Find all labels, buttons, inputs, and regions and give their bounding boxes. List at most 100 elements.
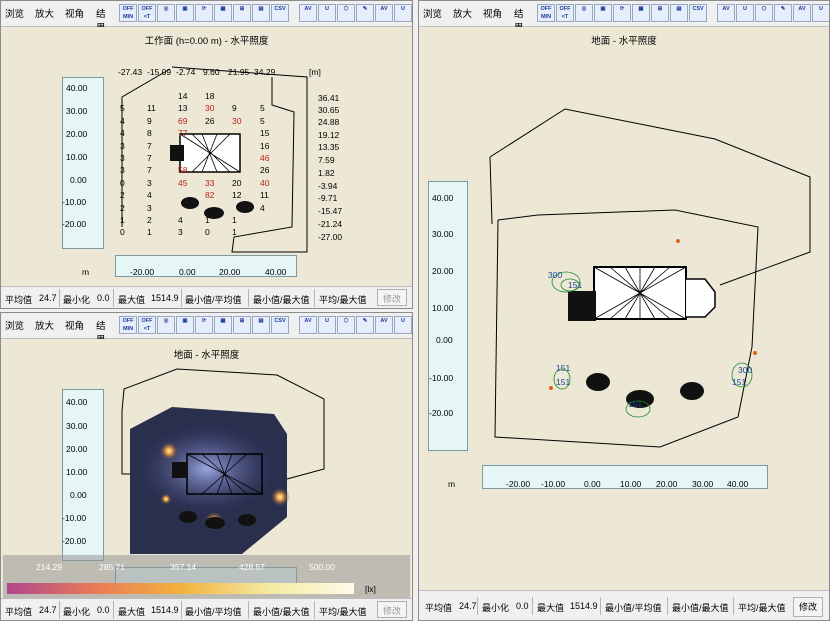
csv-button[interactable]: CSV: [689, 4, 707, 22]
minmax-label: 最小值/最大值: [253, 607, 310, 617]
grid-value: 20: [232, 177, 242, 188]
refresh-icon[interactable]: ⟳: [195, 4, 213, 22]
fill-icon[interactable]: ▣: [594, 4, 612, 22]
refresh-icon[interactable]: ⟳: [613, 4, 631, 22]
camera-icon[interactable]: ✎: [774, 4, 792, 22]
pane-workplane[interactable]: 浏览 放大 视角 结果 OFFMIN OFF<T ◎ ▣ ⟳ ▦ ⊞ ▤ CSV…: [0, 0, 413, 309]
grid-value: 1: [205, 215, 210, 225]
menu-view[interactable]: 视角: [65, 6, 84, 20]
grid-value: 11: [147, 103, 156, 114]
pane-ground-left[interactable]: 浏览 放大 视角 结果 OFFMIN OFF<T ◎ ▣ ⟳ ▦ ⊞ ▤ CSV…: [0, 312, 413, 621]
grid-icon[interactable]: ▦: [632, 4, 650, 22]
values-icon[interactable]: ⊞: [233, 316, 251, 334]
menu-browse[interactable]: 浏览: [5, 318, 24, 332]
u2-button[interactable]: U: [394, 316, 412, 334]
color-legend: 214.29 285.71 357.14 428.57 500.00 [lx]: [3, 555, 410, 601]
grid-value: 3: [147, 202, 152, 213]
cube-icon[interactable]: ⬡: [755, 4, 773, 22]
u-button[interactable]: U: [318, 4, 336, 22]
menu-view[interactable]: 视角: [65, 318, 84, 332]
minavg-label: 最小值/平均值: [185, 607, 242, 617]
off-min-button[interactable]: OFF MIN: [119, 4, 137, 22]
chart-icon[interactable]: ▤: [252, 4, 270, 22]
menu-browse[interactable]: 浏览: [423, 6, 442, 20]
isoline-icon[interactable]: ◎: [157, 316, 175, 334]
menu-zoom[interactable]: 放大: [453, 6, 472, 20]
csv-button[interactable]: CSV: [271, 4, 289, 22]
grid-icon[interactable]: ▦: [214, 4, 232, 22]
grid-value: 46: [260, 153, 270, 163]
menu-zoom[interactable]: 放大: [35, 6, 54, 20]
grid-value: 7: [147, 165, 152, 176]
av-button[interactable]: AV: [299, 316, 317, 334]
grid-value: 0: [120, 227, 125, 238]
u-button[interactable]: U: [736, 4, 754, 22]
legend-tick: 428.57: [239, 562, 265, 572]
grid-value: 7: [147, 153, 152, 163]
u-button[interactable]: U: [318, 316, 336, 334]
off-t-button[interactable]: OFF <T: [138, 4, 156, 22]
chart-icon[interactable]: ▤: [670, 4, 688, 22]
fix-button[interactable]: 修改: [377, 601, 408, 618]
av2-button[interactable]: AV: [375, 316, 393, 334]
grid-icon[interactable]: ▦: [214, 316, 232, 334]
menu-zoom[interactable]: 放大: [35, 318, 54, 332]
isoline-icon[interactable]: ◎: [575, 4, 593, 22]
status-bar: 平均值 24.7 最小化 0.0 最大值 1514.9 最小值/平均值 最小值/…: [419, 590, 829, 620]
max-label: 最大值: [537, 603, 565, 613]
camera-icon[interactable]: ✎: [356, 4, 374, 22]
plot-canvas[interactable]: 工作面 (h=0.00 m) - 水平照度 40.00 30.00 20.00 …: [2, 27, 411, 286]
cube-icon[interactable]: ⬡: [337, 4, 355, 22]
grid-value: 26: [260, 165, 270, 176]
menu-browse[interactable]: 浏览: [5, 6, 24, 20]
camera-icon[interactable]: ✎: [356, 316, 374, 334]
av-button[interactable]: AV: [717, 4, 735, 22]
grid-value: 45: [178, 177, 188, 188]
grid-value: 1: [232, 227, 237, 238]
fix-button[interactable]: 修改: [377, 289, 408, 306]
grid-value: 33: [205, 177, 215, 188]
off-t-button[interactable]: OFF <T: [138, 316, 156, 334]
grid-value: 0: [205, 227, 210, 238]
u2-button[interactable]: U: [812, 4, 829, 22]
off-t-button[interactable]: OFF <T: [556, 4, 574, 22]
fill-icon[interactable]: ▣: [176, 316, 194, 334]
grid-value: 77: [178, 128, 188, 139]
off-min-button[interactable]: OFF MIN: [119, 316, 137, 334]
grid-value: 4: [147, 190, 152, 201]
fill-icon[interactable]: ▣: [176, 4, 194, 22]
pane-ground-right[interactable]: 浏览 放大 视角 结果 OFFMIN OFF<T ◎ ▣ ⟳ ▦ ⊞ ▤ CSV…: [418, 0, 830, 621]
values-icon[interactable]: ⊞: [233, 4, 251, 22]
av2-button[interactable]: AV: [375, 4, 393, 22]
grid-value: 58: [178, 165, 188, 176]
csv-button[interactable]: CSV: [271, 316, 289, 334]
grid-value: 7: [147, 140, 152, 151]
av-button[interactable]: AV: [299, 4, 317, 22]
plot-canvas[interactable]: 地面 - 水平照度 40.00 30.00 20.00 10.00 0.00 -…: [420, 27, 828, 590]
grid-value: 2: [120, 202, 125, 213]
toolbar: 浏览 放大 视角 结果 OFFMIN OFF<T ◎ ▣ ⟳ ▦ ⊞ ▤ CSV…: [1, 1, 412, 34]
chart-icon[interactable]: ▤: [252, 316, 270, 334]
grid-value: 3: [178, 227, 183, 238]
values-icon[interactable]: ⊞: [651, 4, 669, 22]
max-value: 1514.9: [151, 605, 179, 615]
refresh-icon[interactable]: ⟳: [195, 316, 213, 334]
grid-value: 1: [232, 215, 237, 225]
grid-value: 3: [120, 165, 125, 176]
grid-value: 12: [232, 190, 242, 201]
cube-icon[interactable]: ⬡: [337, 316, 355, 334]
grid-value: 5: [260, 103, 265, 114]
contour-label: 151: [628, 399, 643, 409]
min-label: 最小化: [63, 295, 91, 305]
grid-value: 3: [120, 153, 125, 163]
grid-value: 14: [178, 91, 188, 101]
u2-button[interactable]: U: [394, 4, 412, 22]
grid-value: 3: [120, 140, 125, 151]
isoline-icon[interactable]: ◎: [157, 4, 175, 22]
plot-canvas[interactable]: 地面 - 水平照度 40.00 30.00 20.00 10.00 0.00 -…: [2, 339, 411, 601]
av2-button[interactable]: AV: [793, 4, 811, 22]
menu-view[interactable]: 视角: [483, 6, 502, 20]
off-min-button[interactable]: OFF MIN: [537, 4, 555, 22]
grid-value: 5: [260, 115, 265, 126]
fix-button[interactable]: 修改: [793, 597, 824, 617]
